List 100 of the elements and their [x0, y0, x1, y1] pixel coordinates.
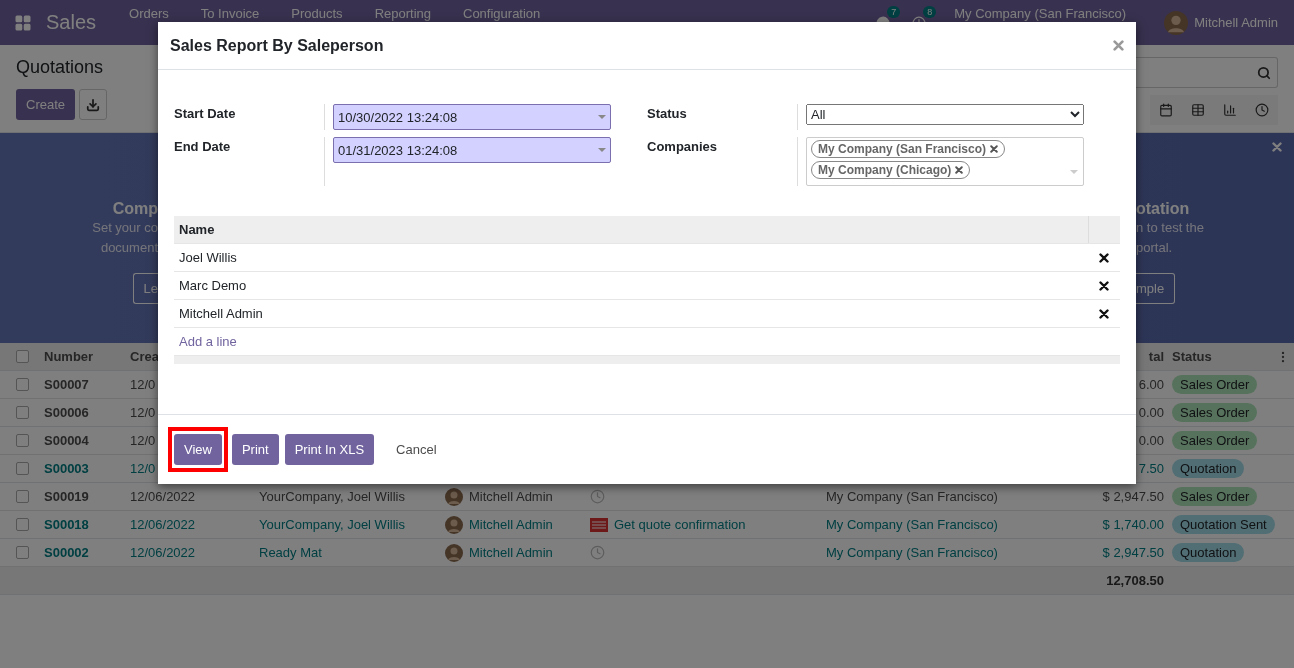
dialog-button[interactable]: Cancel — [386, 434, 447, 465]
step-title: otation — [1136, 200, 1190, 218]
table-cell: $ 2,947.50 — [1102, 545, 1164, 560]
table-cell: Mitchell Admin — [469, 545, 553, 560]
menu-item[interactable]: Orders — [129, 6, 169, 21]
column-header[interactable]: Number — [40, 343, 126, 370]
caret-icon[interactable] — [1070, 170, 1078, 174]
checkbox[interactable] — [16, 462, 29, 475]
total-amount: 12,708.50 — [1106, 573, 1164, 588]
table-cell: My Company (San Francisco) — [826, 517, 998, 532]
clock-icon[interactable] — [590, 489, 605, 504]
clock-icon[interactable] — [1255, 103, 1269, 117]
column-header: Name — [178, 222, 216, 237]
table-cell-text: Mitchell Admin — [178, 306, 264, 321]
checkbox[interactable] — [16, 518, 29, 531]
close-icon[interactable] — [1113, 40, 1124, 51]
status-tag: Sales Order — [1172, 375, 1258, 394]
table-cell: Mitchell Admin — [469, 489, 553, 504]
order-number[interactable]: S00019 — [44, 489, 89, 504]
remove-icon[interactable] — [1099, 280, 1109, 291]
checkbox[interactable] — [16, 350, 29, 363]
avatar-icon — [445, 515, 463, 534]
add-line-link[interactable]: Add a line — [174, 334, 237, 349]
date-field[interactable]: 10/30/2022 13:24:08 — [333, 104, 611, 130]
table-cell: YourCompany, Joel Willis — [259, 489, 405, 504]
remove-icon[interactable] — [1099, 252, 1109, 263]
page-title: Quotations — [16, 57, 105, 78]
menu-item[interactable]: To Invoice — [200, 6, 260, 21]
field-label: Start Date — [174, 105, 237, 123]
table-cell: 0.00 — [1138, 405, 1164, 420]
caret-icon[interactable] — [598, 115, 606, 119]
calendar-icon[interactable] — [1159, 103, 1173, 117]
dialog-button[interactable]: Print In XLS — [284, 434, 375, 465]
create-button[interactable]: Create — [16, 89, 76, 120]
checkbox[interactable] — [16, 490, 29, 503]
app-name[interactable]: Sales — [46, 11, 97, 34]
dialog-button[interactable]: View — [174, 434, 222, 465]
remove-icon[interactable] — [955, 166, 964, 174]
column-header[interactable]: Status — [1172, 349, 1212, 364]
table-cell: My Company (San Francisco) — [826, 545, 998, 560]
checkbox[interactable] — [16, 434, 29, 447]
table-cell: 12/0 — [130, 461, 156, 476]
remove-icon[interactable] — [990, 145, 999, 153]
activity-summary[interactable]: Get quote confirmation — [614, 517, 746, 532]
status-tag: Quotation — [1172, 543, 1245, 562]
step-title: Comp — [112, 200, 158, 218]
download-icon[interactable] — [86, 97, 101, 112]
order-number[interactable]: S00018 — [44, 517, 89, 532]
remove-icon[interactable] — [1099, 308, 1109, 319]
search-icon[interactable] — [1257, 65, 1271, 80]
step-description: document — [100, 239, 158, 257]
count-badge: 8 — [923, 5, 937, 18]
table-cell: 12/0 — [130, 377, 156, 392]
status-tag: Sales Order — [1172, 431, 1258, 450]
table-cell-text: Marc Demo — [178, 278, 248, 293]
dialog-button[interactable]: Print — [231, 434, 279, 465]
step-description: portal. — [1136, 239, 1173, 257]
order-number[interactable]: S00006 — [44, 405, 89, 420]
order-number[interactable]: S00002 — [44, 545, 89, 560]
search-field[interactable] — [1136, 57, 1278, 88]
companies-field[interactable]: My Company (San Francisco) My Company (Chicago) — [806, 137, 1084, 186]
table-cell: 7.50 — [1138, 461, 1164, 476]
status-tag: Quotation — [1172, 459, 1245, 478]
field-label: Companies — [647, 138, 719, 156]
table-cell: 0.00 — [1138, 433, 1164, 448]
table-cell: Mitchell Admin — [469, 517, 553, 532]
checkbox[interactable] — [16, 546, 29, 559]
table-cell: YourCompany, Joel Willis — [259, 517, 405, 532]
status-select[interactable]: All — [806, 104, 1084, 125]
table-cell: $ 1,740.00 — [1102, 517, 1164, 532]
table-icon[interactable] — [1191, 103, 1205, 117]
menu-item[interactable]: Products — [291, 6, 343, 21]
checkbox[interactable] — [16, 378, 29, 391]
checkbox[interactable] — [16, 406, 29, 419]
table-cell: 12/06/2022 — [130, 489, 196, 504]
order-number[interactable]: S00004 — [44, 433, 89, 448]
menu-item[interactable]: Reporting — [374, 6, 431, 21]
menu-item[interactable]: Configuration — [463, 6, 541, 21]
user-menu[interactable]: Mitchell Admin — [1194, 15, 1278, 30]
table-cell: 12/06/2022 — [130, 545, 196, 560]
status-tag: Sales Order — [1172, 487, 1258, 506]
table-cell-text: Joel Willis — [178, 250, 238, 265]
order-number[interactable]: S00007 — [44, 377, 89, 392]
date-field[interactable]: 01/31/2023 13:24:08 — [333, 137, 611, 163]
dialog-title: Sales Report By Saleperson — [170, 36, 384, 55]
caret-icon[interactable] — [598, 148, 606, 152]
company-switcher[interactable]: My Company (San Francisco) — [954, 6, 1127, 21]
field-label: Status — [647, 105, 688, 123]
count-badge: 7 — [887, 5, 901, 18]
table-cell: $ 2,947.50 — [1102, 489, 1164, 504]
order-number[interactable]: S00003 — [44, 461, 89, 476]
avatar-icon[interactable] — [1164, 10, 1189, 35]
avatar-icon — [445, 543, 463, 562]
apps-menu-icon[interactable] — [14, 13, 32, 32]
status-tag: Sales Order — [1172, 403, 1258, 422]
table-cell: 6.00 — [1138, 377, 1164, 392]
table-cell: Ready Mat — [259, 545, 322, 560]
avatar-icon — [445, 487, 463, 506]
bar-chart-icon[interactable] — [1223, 103, 1237, 117]
download-button[interactable] — [79, 89, 108, 120]
